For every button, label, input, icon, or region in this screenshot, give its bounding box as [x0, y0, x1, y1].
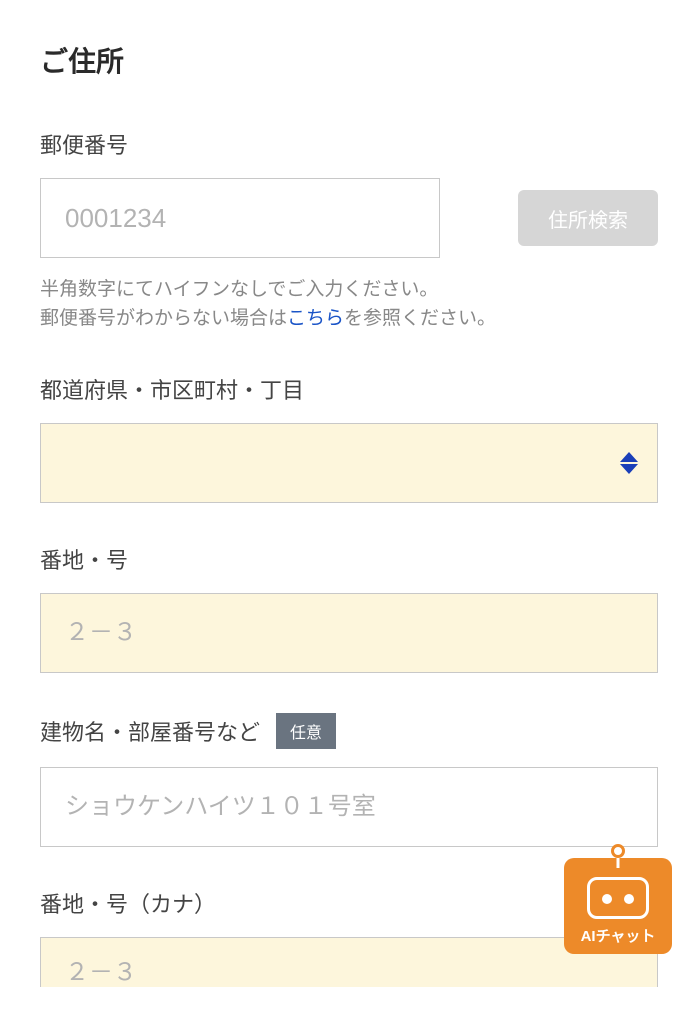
section-title: ご住所 — [40, 40, 658, 80]
postal-help-text: 半角数字にてハイフンなしでご入力ください。 郵便番号がわからない場合はこちらを参… — [40, 276, 658, 333]
postal-field-group: 郵便番号 住所検索 半角数字にてハイフンなしでご入力ください。 郵便番号がわから… — [40, 128, 658, 333]
spacer — [460, 178, 498, 258]
robot-antenna-icon — [611, 844, 625, 858]
postal-help-line2-prefix: 郵便番号がわからない場合は — [40, 308, 287, 329]
robot-face-icon — [587, 877, 649, 919]
street-label: 番地・号 — [40, 543, 658, 575]
postal-help-link[interactable]: こちら — [287, 308, 344, 329]
building-input[interactable] — [40, 767, 658, 847]
prefecture-field-group: 都道府県・市区町村・丁目 — [40, 373, 658, 503]
building-field-group: 建物名・部屋番号など 任意 — [40, 713, 658, 847]
postal-input[interactable] — [40, 178, 440, 258]
optional-badge: 任意 — [276, 713, 336, 749]
ai-chat-label: AIチャット — [581, 925, 656, 946]
postal-help-line1: 半角数字にてハイフンなしでご入力ください。 — [40, 279, 438, 300]
building-label: 建物名・部屋番号など — [40, 715, 260, 747]
street-field-group: 番地・号 — [40, 543, 658, 673]
prefecture-select[interactable] — [40, 423, 658, 503]
postal-label: 郵便番号 — [40, 128, 658, 160]
postal-row: 住所検索 — [40, 178, 658, 258]
postal-help-line2-suffix: を参照ください。 — [344, 308, 496, 329]
prefecture-label: 都道府県・市区町村・丁目 — [40, 373, 658, 405]
address-search-button[interactable]: 住所検索 — [518, 190, 658, 246]
building-label-row: 建物名・部屋番号など 任意 — [40, 713, 658, 749]
prefecture-select-wrap — [40, 423, 658, 503]
ai-chat-button[interactable]: AIチャット — [564, 858, 672, 954]
street-input[interactable] — [40, 593, 658, 673]
